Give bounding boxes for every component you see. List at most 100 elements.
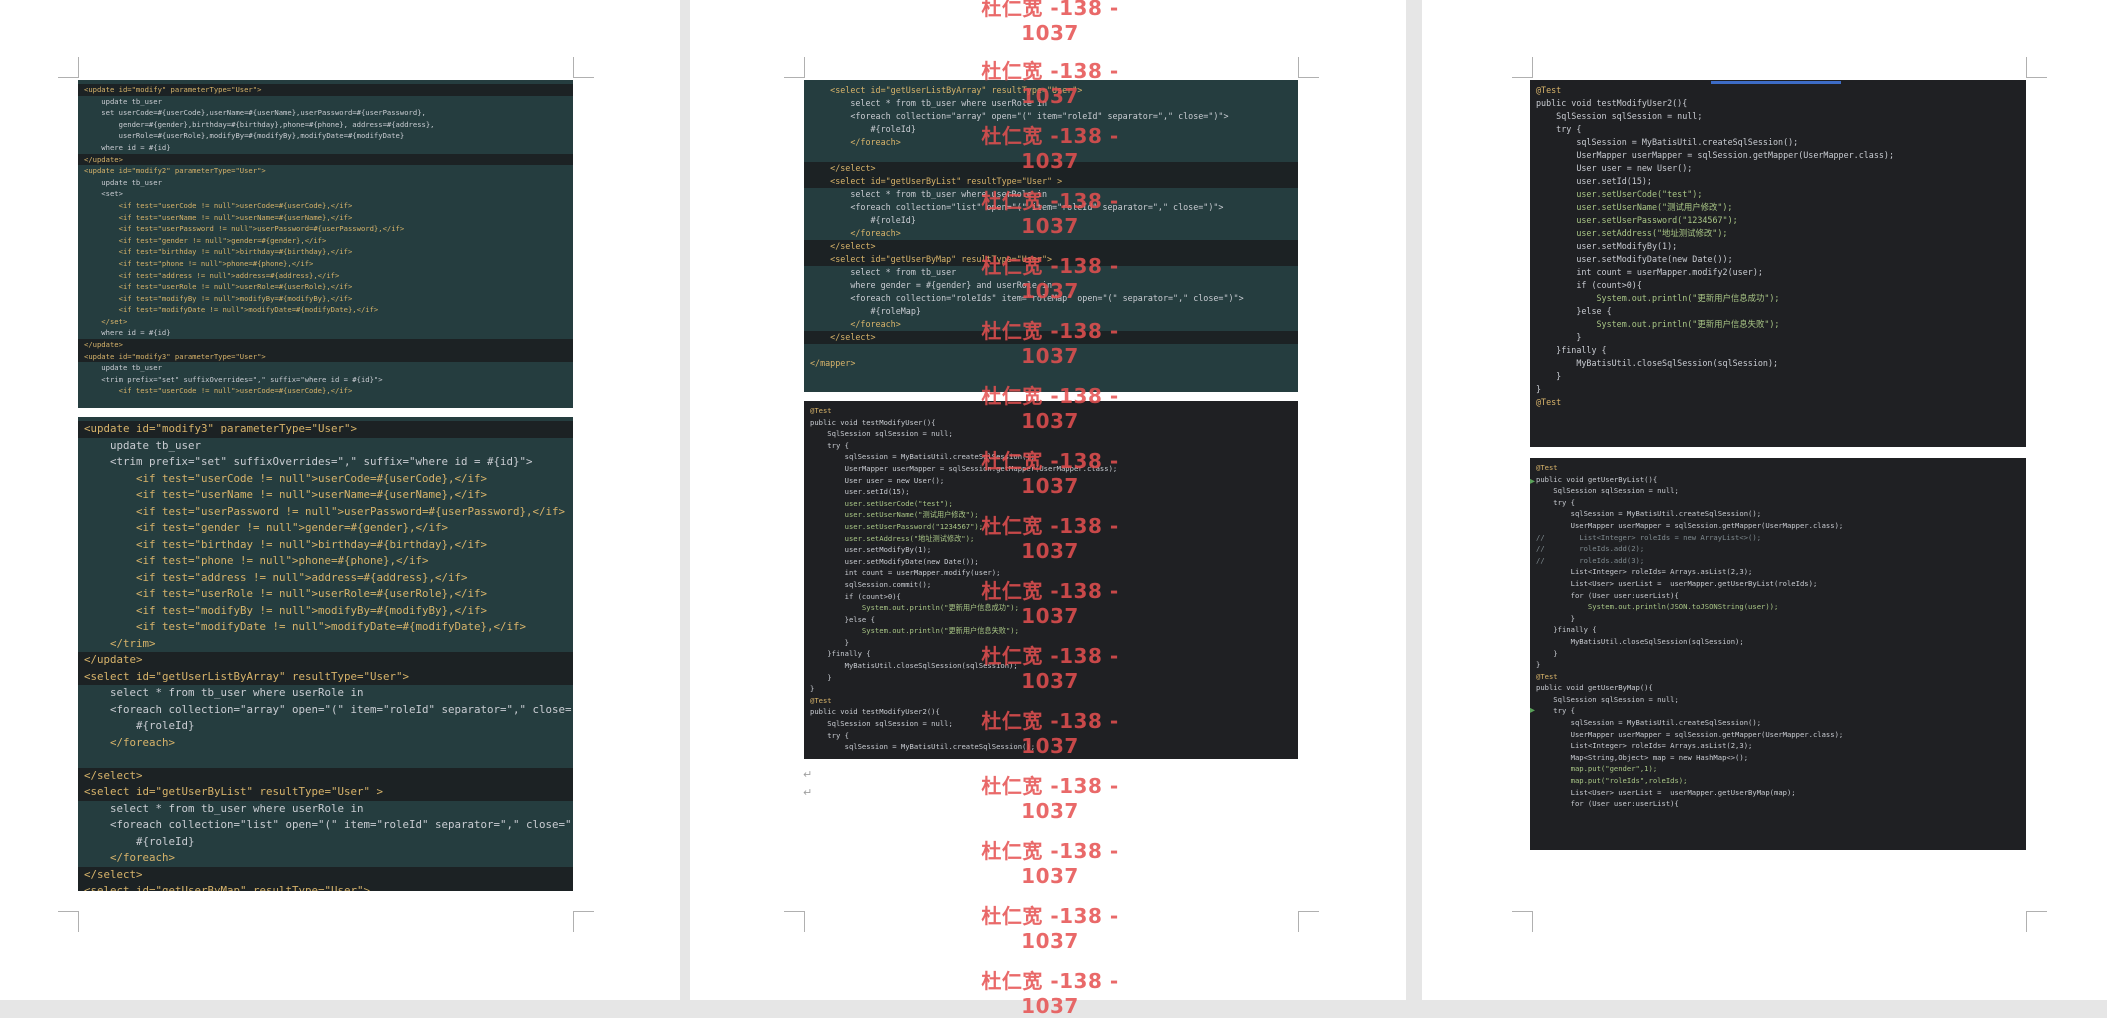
code-line: user.setUserCode("test"); xyxy=(1536,189,1703,199)
paragraph-mark: ↵ xyxy=(803,786,813,799)
code-screenshot-mapper-update: <update id="modify" parameterType="User"… xyxy=(78,80,573,408)
code-screenshot-test-list-map: @Test public void getUserByList(){ SqlSes… xyxy=(1530,458,2026,850)
code-line: select * from tb_user where userRole in xyxy=(84,686,364,699)
code-line: <if test="userCode != null">userCode=#{u… xyxy=(84,386,353,396)
code-line: } xyxy=(1536,613,1575,623)
code-line: userRole=#{userRole},modifyBy=#{modifyBy… xyxy=(84,131,405,141)
crop-mark xyxy=(2026,911,2047,932)
code-line: update tb_user xyxy=(84,438,202,452)
code-line: @Test xyxy=(1536,463,1558,472)
code-line: public void getUserByMap(){ xyxy=(1536,683,1653,693)
watermark-stamp: 杜仁宽 -138 - 1037 xyxy=(981,904,1119,953)
code-line: sqlSession = MyBatisUtil.createSqlSessio… xyxy=(1536,718,1762,728)
code-line: List<Integer> roleIds= Arrays.asList(2,3… xyxy=(1536,741,1753,751)
code-line: update tb_user xyxy=(84,363,162,373)
code-line: }finally { xyxy=(1536,345,1607,355)
code-line: user.setUserCode("test"); xyxy=(810,498,953,508)
code-line: <if test="gender != null">gender=#{gende… xyxy=(84,521,449,534)
code-line: for (User user:userList){ xyxy=(1536,799,1679,809)
run-gutter-icon[interactable]: ▸ xyxy=(1530,705,1535,716)
watermark-stamp: 杜仁宽 -138 - 1037 xyxy=(981,319,1119,368)
watermark-stamp: 杜仁宽 -138 - 1037 xyxy=(981,839,1119,888)
code-line: public void testModifyUser2(){ xyxy=(1536,98,1688,108)
crop-mark xyxy=(784,911,805,932)
code-line: <if test="userRole != null">userRole=#{u… xyxy=(84,282,353,292)
code-line: <select id="getUserByList" resultType="U… xyxy=(78,784,573,801)
code-line: try { xyxy=(1536,497,1575,507)
code-line: MyBatisUtil.closeSqlSession(sqlSession); xyxy=(1536,358,1779,368)
code-line: <if test="userName != null">userName=#{u… xyxy=(84,488,488,501)
code-line: System.out.println("更新用户信息失败"); xyxy=(1536,319,1780,329)
code-line: SqlSession sqlSession = null; xyxy=(1536,111,1703,121)
code-line: </select> xyxy=(78,767,573,784)
code-line: <if test="phone != null">phone=#{phone},… xyxy=(84,554,429,567)
code-line: System.out.println(JSON.toJSONString(use… xyxy=(1536,602,1779,612)
crop-mark xyxy=(784,57,805,78)
code-line: map.put("roleIds",roleIds); xyxy=(1536,776,1688,786)
code-line: MyBatisUtil.closeSqlSession(sqlSession); xyxy=(1536,636,1744,646)
code-line: where id = #{id} xyxy=(84,328,171,338)
watermark-stamp: 杜仁宽 -138 - 1037 xyxy=(981,579,1119,628)
code-line: SqlSession sqlSession = null; xyxy=(1536,486,1679,496)
code-line: for (User user:userList){ xyxy=(1536,590,1679,600)
code-line: <update id="modify3" parameterType="User… xyxy=(78,421,573,438)
code-line: }finally { xyxy=(1536,625,1597,635)
code-line: <if test="userPassword != null">userPass… xyxy=(84,224,405,234)
crop-mark xyxy=(58,911,79,932)
code-line: List<Integer> roleIds= Arrays.asList(2,3… xyxy=(1536,567,1753,577)
code-line: user.setId(15); xyxy=(1536,176,1652,186)
code-line: @Test xyxy=(1536,671,1558,681)
code-line: #{roleId} xyxy=(84,834,195,848)
code-line: user.setModifyDate(new Date()); xyxy=(1536,254,1733,264)
code-screenshot-mapper-trim: <update id="modify3" parameterType="User… xyxy=(78,417,573,891)
code-line: <if test="birthday != null">birthday=#{b… xyxy=(84,537,488,551)
code-line: user.setUserName("测试用户修改"); xyxy=(1536,202,1733,212)
code-line: update tb_user xyxy=(84,96,162,106)
code-line: } xyxy=(1536,660,1541,670)
code-line: System.out.println("更新用户信息成功"); xyxy=(1536,293,1780,303)
code-line: <if test="modifyBy != null">modifyBy=#{m… xyxy=(84,293,353,303)
code-line: user.setModifyBy(1); xyxy=(1536,241,1678,251)
code-line: @Test xyxy=(1536,397,1562,407)
code-line: <foreach collection="list" open="(" item… xyxy=(84,818,573,831)
code-line: UserMapper userMapper = sqlSession.getMa… xyxy=(1536,520,1844,530)
crop-mark xyxy=(1512,911,1533,932)
watermark-stamp: 杜仁宽 -138 - 1037 xyxy=(981,514,1119,563)
code-line: <if test="userCode != null">userCode=#{u… xyxy=(84,471,488,485)
run-gutter-icon[interactable]: ▸ xyxy=(1530,476,1535,487)
code-line: <if test="userName != null">userName=#{u… xyxy=(84,212,353,222)
paragraph-mark: ↵ xyxy=(803,768,813,781)
code-line: Map<String,Object> map = new HashMap<>()… xyxy=(1536,752,1749,762)
code-line: <foreach collection="array" open="(" ite… xyxy=(84,702,573,716)
code-line: }else { xyxy=(1536,306,1612,316)
code-line: public void getUserByList(){ xyxy=(1536,474,1658,484)
code-line: UserMapper userMapper = sqlSession.getMa… xyxy=(1536,729,1844,739)
code-line: int count = userMapper.modify2(user); xyxy=(1536,267,1763,277)
code-line: List<User> userList = userMapper.getUser… xyxy=(1536,578,1818,588)
code-line: gender=#{gender},birthday=#{birthday},ph… xyxy=(84,119,435,129)
code-line: <update id="modify" parameterType="User"… xyxy=(78,84,573,96)
code-line: <update id="modify3" parameterType="User… xyxy=(78,350,573,363)
code-line: <if test="phone != null">phone=#{phone},… xyxy=(84,258,314,268)
code-line: user.setAddress("地址测试修改"); xyxy=(1536,228,1728,238)
watermark-stamp: 杜仁宽 -138 - 1037 xyxy=(981,189,1119,238)
crop-mark xyxy=(1298,911,1319,932)
code-line: select * from tb_user where userRole in xyxy=(84,801,364,815)
code-line: </select> xyxy=(78,866,573,883)
code-line: <if test="userCode != null">userCode=#{u… xyxy=(84,200,353,210)
code-line: <select id="getUserListByArray" resultTy… xyxy=(78,668,573,685)
crop-mark xyxy=(573,57,594,78)
code-line: <if test="modifyDate != null">modifyDate… xyxy=(84,620,527,633)
watermark-stamp: 杜仁宽 -138 - 1037 xyxy=(981,644,1119,693)
watermark-stamp: 杜仁宽 -138 - 1037 xyxy=(981,449,1119,498)
code-line: User user = new User(); xyxy=(1536,163,1693,173)
code-line: <if test="userPassword != null">userPass… xyxy=(84,504,566,518)
crop-mark xyxy=(1298,57,1319,78)
window-accent-bar xyxy=(1711,81,1841,84)
watermark-stamp: 杜仁宽 -138 - 1037 xyxy=(981,969,1119,1018)
code-line: } xyxy=(1536,648,1558,658)
code-line: } xyxy=(1536,384,1542,394)
code-line: sqlSession = MyBatisUtil.createSqlSessio… xyxy=(1536,137,1799,147)
code-line: SqlSession sqlSession = null; xyxy=(1536,694,1679,704)
code-line: @Test xyxy=(1536,85,1562,95)
